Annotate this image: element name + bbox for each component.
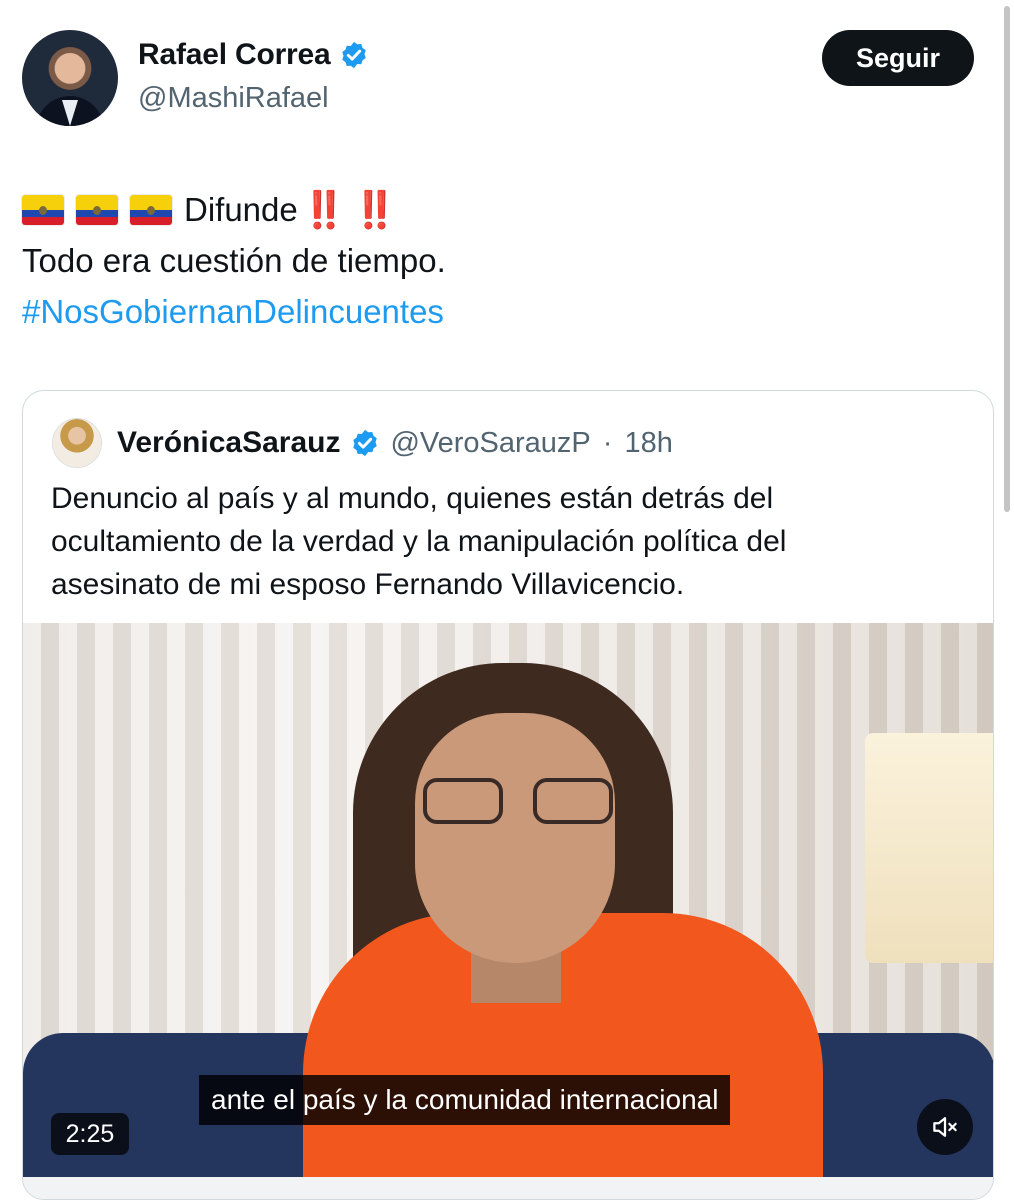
video-caption: ante el país y la comunidad internaciona… <box>199 1075 731 1125</box>
quoted-tweet[interactable]: VerónicaSarauz @VeroSarauzP · 18h Denunc… <box>22 390 994 1200</box>
hashtag-link[interactable]: #NosGobiernanDelincuentes <box>22 286 974 337</box>
video-person-glasses <box>423 778 613 828</box>
quoted-text-line: Denuncio al país y al mundo, quienes est… <box>51 482 774 515</box>
quoted-avatar[interactable] <box>53 419 101 467</box>
quoted-text-line: ocultamiento de la verdad y la manipulac… <box>51 525 787 558</box>
tweet-line-1-text: Difunde <box>184 191 298 228</box>
author-handle[interactable]: @MashiRafael <box>138 82 329 115</box>
ecuador-flag-icon <box>76 194 118 225</box>
tweet-header: Rafael Correa @MashiRafael Seguir <box>22 30 974 128</box>
quoted-display-name[interactable]: VerónicaSarauz <box>117 426 340 460</box>
double-exclamation-icon: ‼️ ‼️ <box>301 189 398 230</box>
tweet-line-2: Todo era cuestión de tiempo. <box>22 242 446 279</box>
quoted-handle[interactable]: @VeroSarauzP <box>390 427 590 460</box>
quoted-text-line: asesinato de mi esposo Fernando Villavic… <box>51 568 685 601</box>
mute-button[interactable] <box>917 1099 973 1155</box>
quoted-separator: · <box>602 426 613 459</box>
quoted-timestamp[interactable]: 18h <box>624 427 672 460</box>
verified-badge-icon <box>353 429 378 457</box>
video-player[interactable]: ante el país y la comunidad internaciona… <box>23 623 993 1177</box>
quoted-text: Denuncio al país y al mundo, quienes est… <box>51 477 953 606</box>
quoted-footer <box>23 1177 993 1199</box>
video-person-face <box>415 713 615 963</box>
author-display-name[interactable]: Rafael Correa <box>138 38 331 72</box>
author-avatar[interactable] <box>22 30 118 126</box>
tweet-line-1: Difunde ‼️ ‼️ <box>22 184 974 235</box>
video-person-shirt <box>303 913 823 1177</box>
muted-speaker-icon <box>933 1117 957 1137</box>
follow-button[interactable]: Seguir <box>822 30 974 86</box>
quoted-header: VerónicaSarauz @VeroSarauzP · 18h <box>53 419 673 467</box>
tweet-page: Rafael Correa @MashiRafael Seguir Difund… <box>0 0 1014 1200</box>
video-lamp <box>865 733 993 963</box>
tweet-body: Difunde ‼️ ‼️ Todo era cuestión de tiemp… <box>22 184 974 337</box>
verified-badge-icon <box>341 41 366 69</box>
ecuador-flag-icon <box>130 194 172 225</box>
scrollbar[interactable] <box>1004 6 1010 512</box>
ecuador-flag-icon <box>22 194 64 225</box>
author-name-row: Rafael Correa <box>138 38 369 72</box>
video-duration: 2:25 <box>51 1113 129 1155</box>
